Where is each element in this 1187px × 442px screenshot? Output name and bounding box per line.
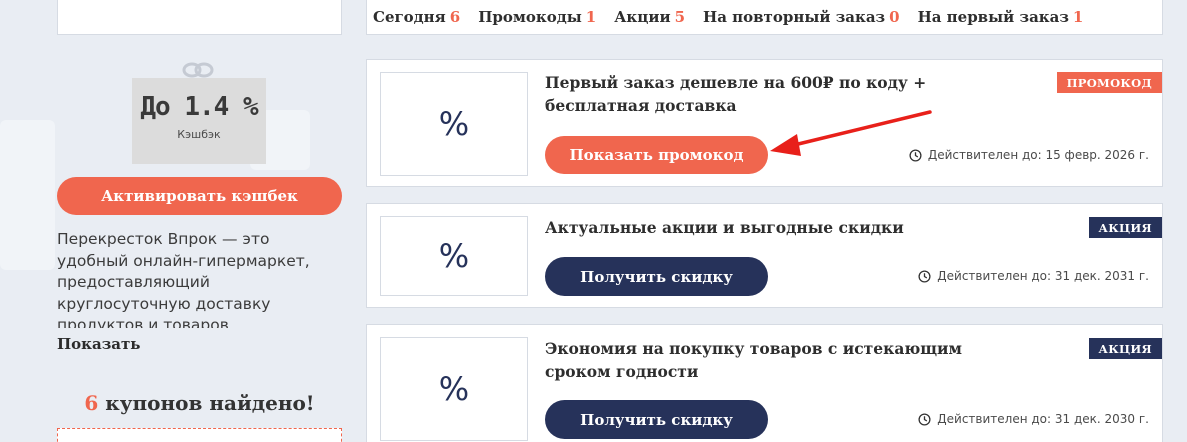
- promo-badge: ПРОМОКОД: [1056, 72, 1162, 93]
- tab-count: 0: [889, 8, 900, 26]
- background-decoration: [0, 120, 55, 270]
- clock-icon: [918, 269, 931, 283]
- tab-count: 1: [1072, 8, 1084, 26]
- validity-info: Действителен до: 31 дек. 2030 г.: [918, 412, 1149, 426]
- coupon-image: %: [380, 216, 528, 296]
- coupon-title[interactable]: Экономия на покупку товаров с истекающим…: [545, 337, 1005, 383]
- coupon-card: % Экономия на покупку товаров с истекающ…: [366, 324, 1163, 442]
- coupon-title[interactable]: Актуальные акции и выгодные скидки: [545, 216, 1005, 239]
- cashback-label: Кэшбэк: [177, 128, 221, 141]
- clock-icon: [909, 148, 922, 162]
- coupon-image: %: [380, 337, 528, 441]
- coupon-card: % Актуальные акции и выгодные скидки АКЦ…: [366, 203, 1163, 308]
- cashback-value: До 1.4 %: [140, 92, 258, 122]
- validity-info: Действителен до: 31 дек. 2031 г.: [918, 269, 1149, 283]
- validity-info: Действителен до: 15 февр. 2026 г.: [909, 148, 1149, 162]
- coupons-count: 6: [84, 391, 99, 415]
- get-discount-button[interactable]: Получить скидку: [545, 257, 768, 296]
- tab-deals[interactable]: Акции 5: [614, 8, 685, 26]
- tab-repeat-order[interactable]: На повторный заказ 0: [703, 8, 900, 26]
- coupon-title[interactable]: Первый заказ дешевле на 600₽ по коду + б…: [545, 71, 1005, 117]
- tab-first-order[interactable]: На первый заказ 1: [918, 8, 1084, 26]
- tab-count: 1: [585, 8, 597, 26]
- coupons-found-heading: 6 купонов найдено!: [57, 391, 342, 415]
- tab-count: 5: [674, 8, 686, 26]
- deal-badge: АКЦИЯ: [1088, 338, 1162, 359]
- validity-text: Действителен до: 31 дек. 2031 г.: [937, 269, 1149, 283]
- coupon-card: % Первый заказ дешевле на 600₽ по коду +…: [366, 59, 1163, 187]
- tab-promocodes[interactable]: Промокоды 1: [478, 8, 596, 26]
- store-logo-box: [57, 0, 342, 35]
- tab-today[interactable]: Сегодня 6: [373, 8, 460, 26]
- tab-count: 6: [449, 8, 461, 26]
- subscribe-box: [57, 428, 342, 442]
- show-more-link[interactable]: Показать: [57, 335, 141, 353]
- store-description: Перекресток Впрок — это удобный онлайн-г…: [57, 230, 310, 328]
- validity-text: Действителен до: 15 февр. 2026 г.: [927, 148, 1149, 162]
- activate-cashback-button[interactable]: Активировать кэшбек: [57, 177, 342, 215]
- validity-text: Действителен до: 31 дек. 2030 г.: [937, 412, 1149, 426]
- show-promocode-button[interactable]: Показать промокод: [545, 136, 768, 174]
- deal-badge: АКЦИЯ: [1088, 217, 1162, 238]
- coupon-image: %: [380, 72, 528, 176]
- filter-bar: Сегодня 6 Промокоды 1 Акции 5 На повторный …: [366, 0, 1163, 35]
- cashback-box: До 1.4 % Кэшбэк: [132, 78, 266, 164]
- clock-icon: [918, 412, 931, 426]
- coupons-found-text: купонов найдено!: [105, 391, 315, 415]
- get-discount-button[interactable]: Получить скидку: [545, 400, 768, 439]
